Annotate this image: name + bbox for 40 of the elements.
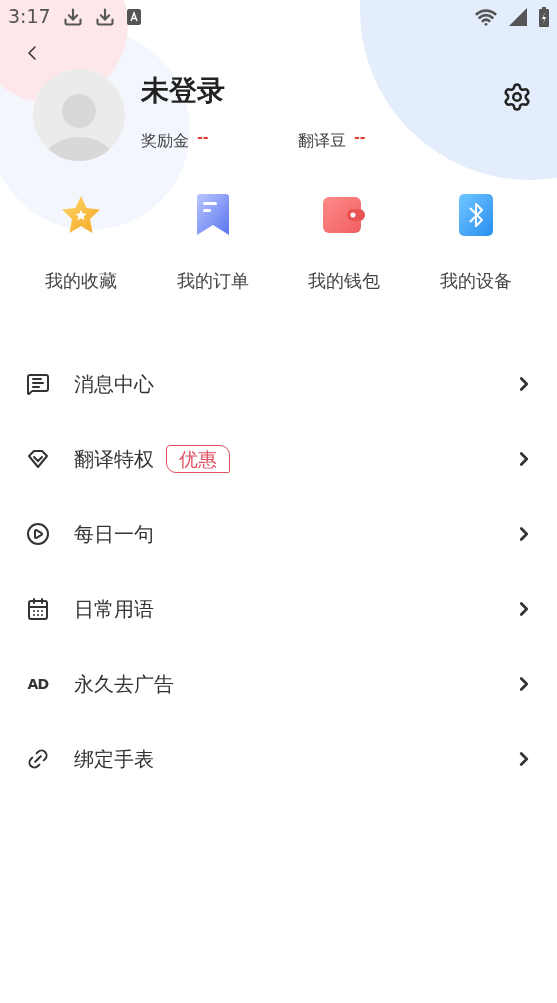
shortcut-button[interactable]: 我的钱包 bbox=[278, 191, 411, 294]
ad-icon: AD bbox=[26, 676, 50, 691]
menu-item[interactable]: 绑定手表 bbox=[0, 721, 557, 796]
shortcut-button[interactable]: 我的收藏 bbox=[15, 191, 147, 294]
download-icon bbox=[94, 6, 115, 27]
menu-label: 每日一句 bbox=[74, 520, 154, 548]
wallet-icon bbox=[321, 195, 368, 235]
battery-icon bbox=[539, 6, 549, 27]
menu-label: 绑定手表 bbox=[74, 745, 154, 773]
menu-label: 永久去广告 bbox=[74, 670, 174, 698]
bluetooth-device-icon bbox=[458, 193, 495, 237]
message-icon bbox=[26, 371, 50, 396]
menu-item[interactable]: 每日一句 bbox=[0, 496, 557, 571]
stat-value: -- bbox=[197, 127, 209, 147]
menu-item[interactable]: AD 永久去广告 bbox=[0, 646, 557, 721]
discount-tag: 优惠 bbox=[166, 444, 230, 473]
stat-value: -- bbox=[354, 127, 366, 147]
menu-item[interactable]: 日常用语 bbox=[0, 571, 557, 646]
shortcut-label: 我的订单 bbox=[176, 269, 249, 293]
stat-label: 翻译豆 bbox=[298, 130, 346, 152]
menu-label: 日常用语 bbox=[74, 595, 154, 623]
shortcut-label: 我的设备 bbox=[440, 269, 513, 293]
menu-label: 消息中心 bbox=[74, 370, 154, 398]
shortcut-button[interactable]: 我的设备 bbox=[410, 191, 542, 294]
play-icon bbox=[26, 521, 50, 546]
settings-icon bbox=[502, 82, 532, 112]
stat-label: 奖励金 bbox=[141, 130, 189, 152]
signal-icon bbox=[509, 7, 527, 26]
menu-item[interactable]: 翻译特权 优惠 bbox=[0, 421, 557, 496]
user-name: 未登录 bbox=[141, 73, 226, 109]
shortcut-button[interactable]: 我的订单 bbox=[146, 191, 279, 294]
menu-label: 翻译特权 bbox=[74, 445, 154, 473]
calendar-icon bbox=[26, 596, 50, 621]
status-time: 3:17 bbox=[8, 4, 51, 30]
bookmark-icon bbox=[194, 193, 231, 237]
shortcut-label: 我的钱包 bbox=[308, 269, 381, 293]
download-icon bbox=[62, 6, 83, 27]
menu-item[interactable]: 消息中心 bbox=[0, 346, 557, 421]
shortcut-label: 我的收藏 bbox=[44, 269, 117, 293]
settings-button[interactable] bbox=[501, 81, 533, 113]
